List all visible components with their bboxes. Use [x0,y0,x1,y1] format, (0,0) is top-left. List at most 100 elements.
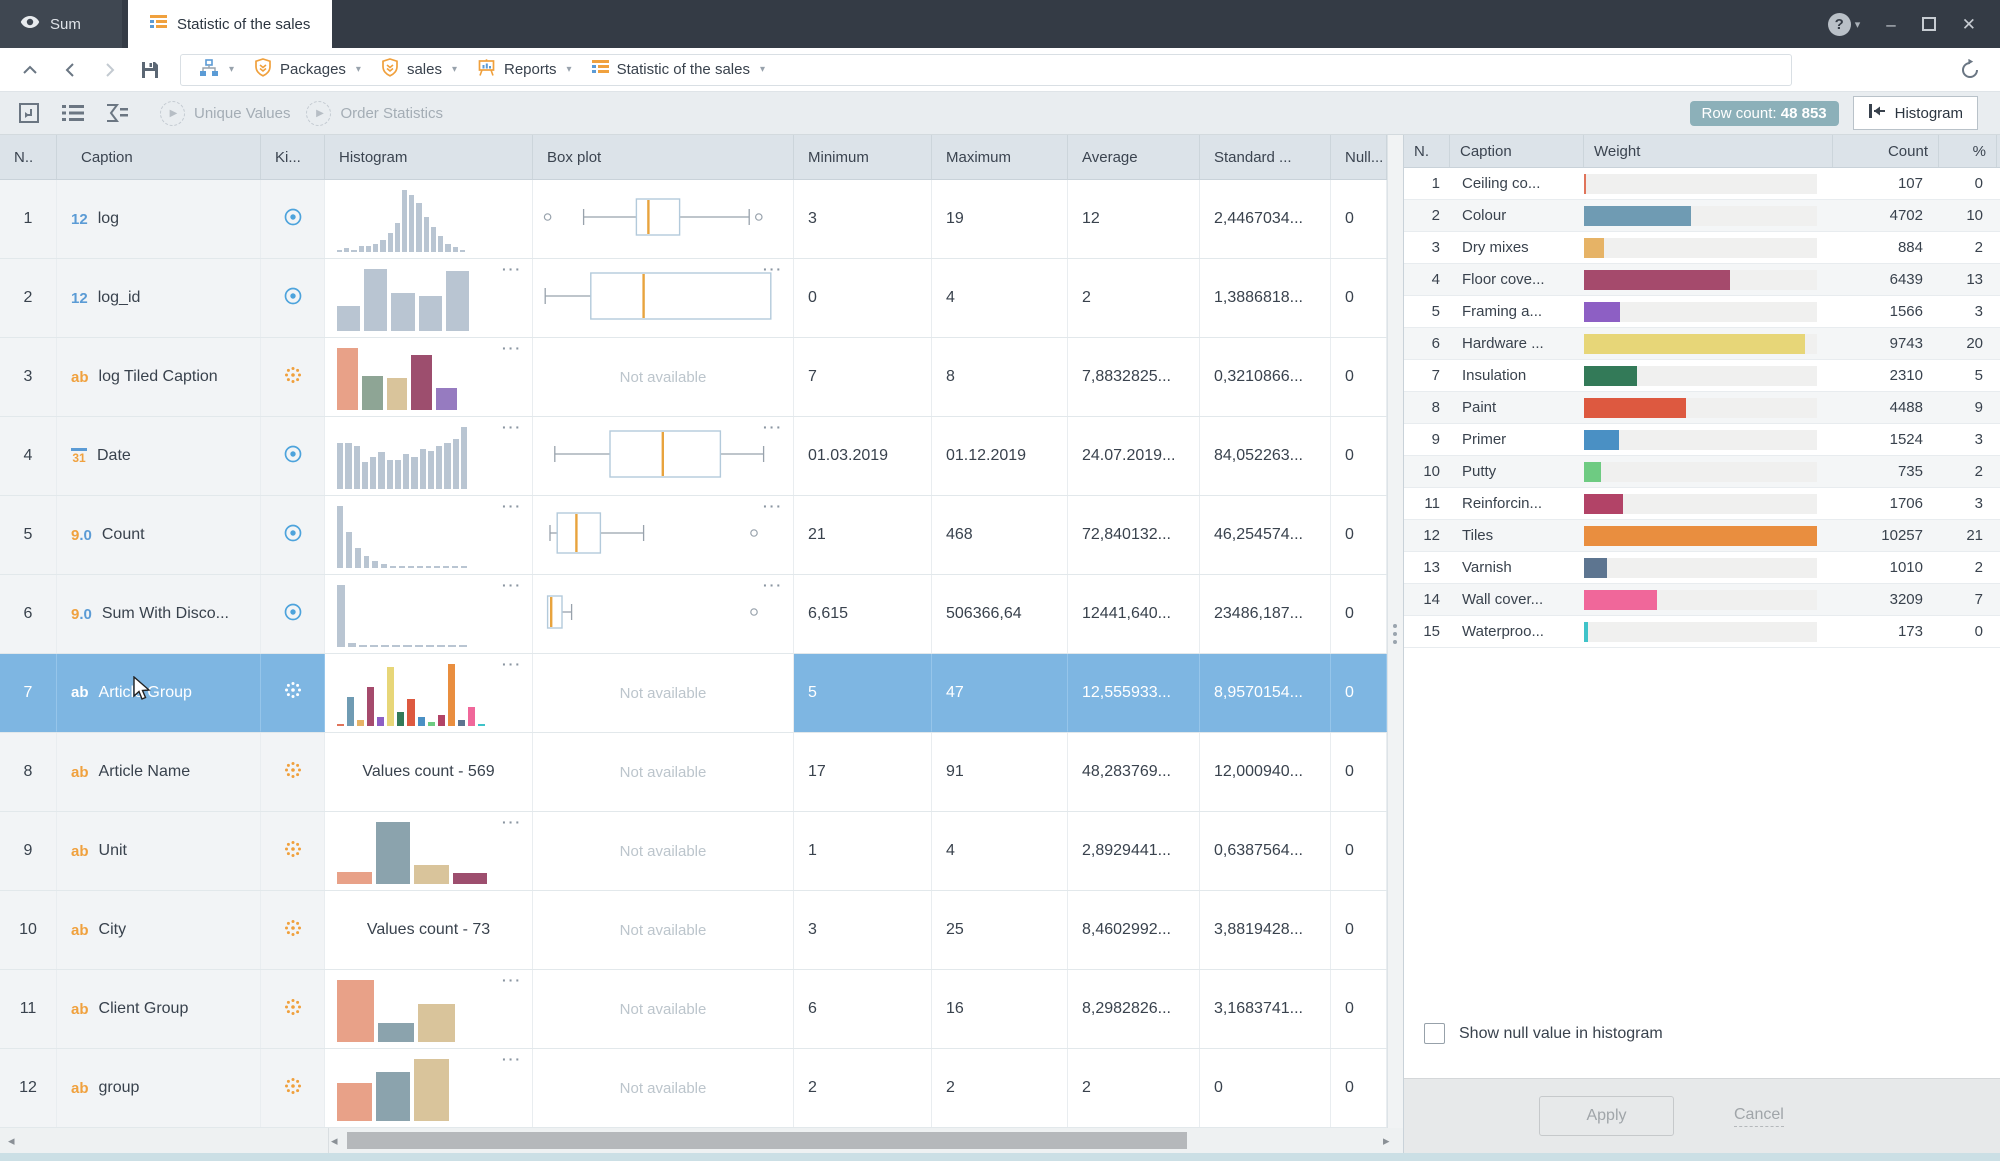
refresh-icon[interactable] [1954,55,1986,85]
column-header-ki[interactable]: Ki... [261,135,325,179]
panel-header-[interactable]: % [1939,135,1997,167]
chevron-down-icon[interactable]: ▾ [356,64,361,75]
panel-header-n[interactable]: N. [1404,135,1450,167]
chevron-down-icon[interactable]: ▾ [452,64,457,75]
histogram-cell[interactable]: ··· [325,259,533,337]
maximize-button[interactable] [1922,17,1936,31]
save-icon[interactable] [134,55,166,85]
caption-cell[interactable]: abArticle Group [57,654,261,732]
breadcrumb-item-sales[interactable]: sales▾ [373,58,465,81]
list-icon[interactable] [56,98,90,128]
table-row-unit[interactable]: 9abUnit···Not available142,8929441...0,6… [0,812,1387,891]
histogram-cell[interactable]: ··· [325,970,533,1048]
histogram-toggle-button[interactable]: Histogram [1853,96,1978,130]
panel-row-paint[interactable]: 8Paint44889 [1404,392,2000,424]
panel-row-wall-cover-[interactable]: 14Wall cover...32097 [1404,584,2000,616]
nav-up-button[interactable] [14,55,46,85]
nav-forward-button[interactable] [94,55,126,85]
table-settings-icon[interactable] [12,98,46,128]
column-header-average[interactable]: Average [1068,135,1200,179]
chevron-down-icon[interactable]: ▾ [567,64,572,75]
table-row-log-id[interactable]: 212log_id······0421,3886818...0 [0,259,1387,338]
panel-row-dry-mixes[interactable]: 3Dry mixes8842 [1404,232,2000,264]
histogram-cell[interactable]: Values count - 73 [325,891,533,969]
caption-cell[interactable]: 31Date [57,417,261,495]
column-header-null[interactable]: Null... [1331,135,1387,179]
table-row-log-tiled-caption[interactable]: 3ablog Tiled Caption···Not available787,… [0,338,1387,417]
caption-cell[interactable]: 12log_id [57,259,261,337]
column-header-minimum[interactable]: Minimum [794,135,932,179]
histogram-cell[interactable]: ··· [325,496,533,574]
panel-row-putty[interactable]: 10Putty7352 [1404,456,2000,488]
panel-row-insulation[interactable]: 7Insulation23105 [1404,360,2000,392]
caption-cell[interactable]: abClient Group [57,970,261,1048]
caption-cell[interactable]: abUnit [57,812,261,890]
panel-row-waterproo-[interactable]: 15Waterproo...1730 [1404,616,2000,648]
table-row-article-name[interactable]: 8abArticle NameValues count - 569Not ava… [0,733,1387,812]
scrollbar-thumb[interactable] [347,1132,1187,1149]
caption-cell[interactable]: 9.0Sum With Disco... [57,575,261,653]
table-row-group[interactable]: 12abgroup···Not available22200 [0,1049,1387,1128]
caption-cell[interactable]: 12log [57,180,261,258]
caption-cell[interactable]: abgroup [57,1049,261,1127]
help-button[interactable]: ? ▾ [1828,13,1861,36]
histogram-cell[interactable]: ··· [325,575,533,653]
table-row-article-group[interactable]: 7abArticle Group···Not available54712,55… [0,654,1387,733]
sigma-statistics-icon[interactable] [100,98,134,128]
apply-button[interactable]: Apply [1539,1096,1674,1136]
run-button-unique-values[interactable]: ▶Unique Values [160,101,290,126]
tab-sum[interactable]: Sum [0,0,122,48]
panel-row-tiles[interactable]: 12Tiles1025721 [1404,520,2000,552]
caption-cell[interactable]: abCity [57,891,261,969]
column-header-maximum[interactable]: Maximum [932,135,1068,179]
panel-row-varnish[interactable]: 13Varnish10102 [1404,552,2000,584]
column-header-caption[interactable]: Caption [57,135,261,179]
histogram-cell[interactable]: ··· [325,654,533,732]
panel-row-hardware-[interactable]: 6Hardware ...974320 [1404,328,2000,360]
breadcrumb-item-reports[interactable]: Reports▾ [469,58,580,81]
close-button[interactable]: ✕ [1962,16,1976,33]
panel-header-caption[interactable]: Caption [1450,135,1584,167]
table-row-log[interactable]: 112log319122,4467034...0 [0,180,1387,259]
table-row-client-group[interactable]: 11abClient Group···Not available6168,298… [0,970,1387,1049]
caption-cell[interactable]: ablog Tiled Caption [57,338,261,416]
panel-row-framing-a-[interactable]: 5Framing a...15663 [1404,296,2000,328]
vertical-scrollbar[interactable] [1387,135,1403,1128]
scroll-left-icon[interactable]: ◂ [8,1133,26,1149]
breadcrumb-item-statistic-of-the-sales[interactable]: Statistic of the sales▾ [584,60,773,79]
table-row-date[interactable]: 431Date······01.03.201901.12.201924.07.2… [0,417,1387,496]
panel-header-count[interactable]: Count [1833,135,1939,167]
caption-cell[interactable]: 9.0Count [57,496,261,574]
panel-row-ceiling-co-[interactable]: 1Ceiling co...1070 [1404,168,2000,200]
run-button-order-statistics[interactable]: ▶Order Statistics [306,101,443,126]
panel-row-reinforcin-[interactable]: 11Reinforcin...17063 [1404,488,2000,520]
show-null-checkbox[interactable] [1424,1023,1445,1044]
column-header-n[interactable]: N.. [0,135,57,179]
histogram-cell[interactable]: ··· [325,1049,533,1127]
table-row-count[interactable]: 59.0Count······2146872,840132...46,25457… [0,496,1387,575]
panel-row-floor-cove-[interactable]: 4Floor cove...643913 [1404,264,2000,296]
tab-statistic-of-the-sales[interactable]: Statistic of the sales [128,0,332,48]
column-header-standard[interactable]: Standard ... [1200,135,1331,179]
histogram-cell[interactable]: Values count - 569 [325,733,533,811]
histogram-cell[interactable]: ··· [325,812,533,890]
breadcrumb-item[interactable]: ▾ [191,59,242,81]
chevron-down-icon[interactable]: ▾ [760,64,765,75]
histogram-cell[interactable] [325,180,533,258]
nav-back-button[interactable] [54,55,86,85]
chevron-down-icon[interactable]: ▾ [229,64,234,75]
panel-row-primer[interactable]: 9Primer15243 [1404,424,2000,456]
breadcrumb-item-packages[interactable]: Packages▾ [246,58,369,81]
panel-header-weight[interactable]: Weight [1584,135,1833,167]
splitter-grip[interactable] [1393,624,1397,644]
minimize-button[interactable]: – [1886,16,1895,33]
table-row-sum-with-disco-[interactable]: 69.0Sum With Disco...······6,615506366,6… [0,575,1387,654]
histogram-cell[interactable]: ··· [325,417,533,495]
histogram-cell[interactable]: ··· [325,338,533,416]
table-row-city[interactable]: 10abCityValues count - 73Not available32… [0,891,1387,970]
column-header-boxplot[interactable]: Box plot [533,135,794,179]
column-header-histogram[interactable]: Histogram [325,135,533,179]
cancel-button[interactable]: Cancel [1734,1106,1784,1127]
caption-cell[interactable]: abArticle Name [57,733,261,811]
panel-row-colour[interactable]: 2Colour470210 [1404,200,2000,232]
